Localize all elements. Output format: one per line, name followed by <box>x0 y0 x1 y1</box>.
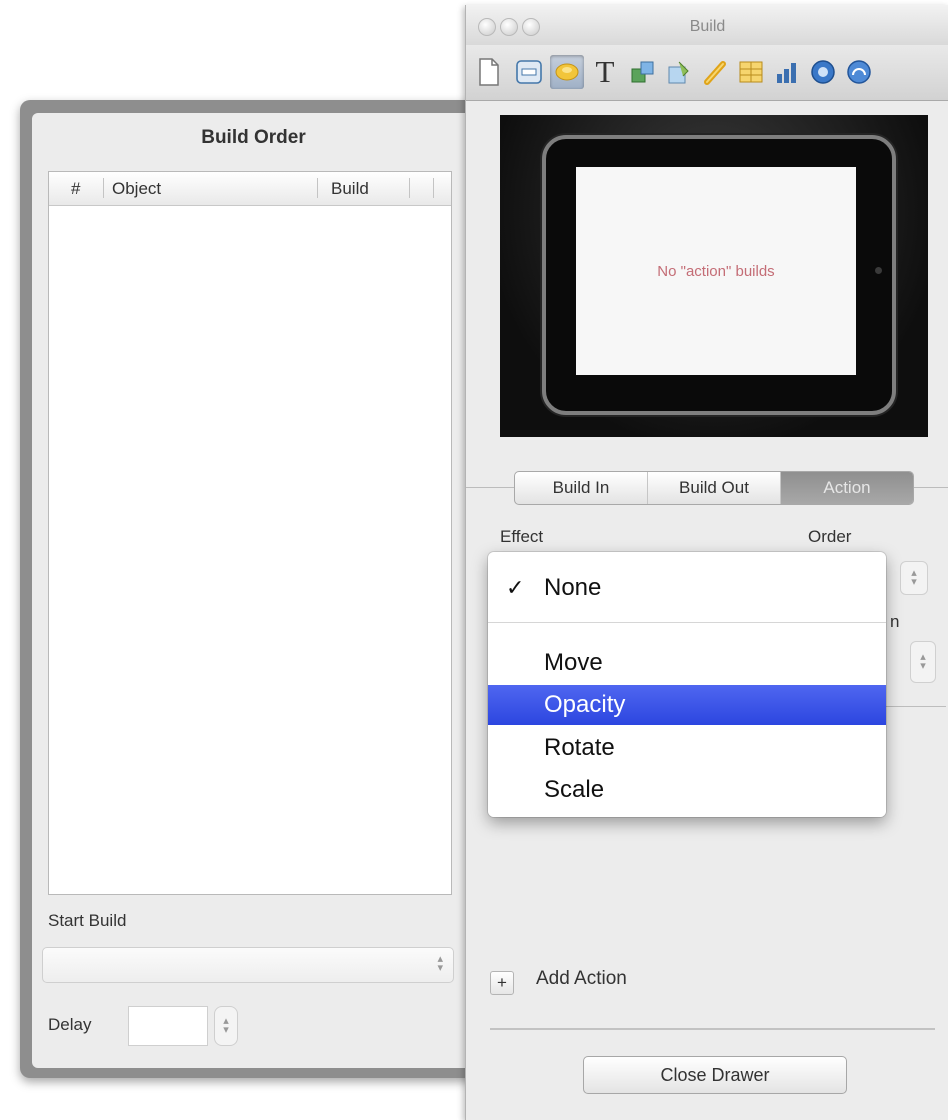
inspector-toolbar: T <box>466 45 948 101</box>
build-mode-tabs: Build In Build Out Action <box>514 471 914 505</box>
chart-icon[interactable] <box>770 55 804 89</box>
quicktime-icon[interactable] <box>806 55 840 89</box>
home-button-icon <box>875 267 882 274</box>
document-icon[interactable] <box>472 55 506 89</box>
select-arrows-icon: ▴ ▾ <box>437 953 443 974</box>
stepper-arrows-icon: ▴ ▾ <box>911 567 917 588</box>
build-order-table[interactable]: # Object Build <box>48 171 452 895</box>
column-header-number[interactable]: # <box>71 179 80 199</box>
menu-item-rotate[interactable]: Rotate <box>488 728 886 768</box>
slide-icon[interactable] <box>512 55 546 89</box>
table-icon[interactable] <box>734 55 768 89</box>
column-divider <box>409 178 410 198</box>
menu-separator <box>488 622 886 623</box>
delay-stepper[interactable]: ▴ ▾ <box>214 1006 238 1046</box>
hyperlink-icon[interactable] <box>698 55 732 89</box>
table-header: # Object Build <box>49 172 451 206</box>
menu-item-label: Rotate <box>544 734 615 761</box>
delay-input[interactable] <box>128 1006 208 1046</box>
column-divider <box>433 178 434 198</box>
menu-item-opacity[interactable]: Opacity <box>488 685 886 725</box>
close-drawer-button[interactable]: Close Drawer <box>583 1056 847 1094</box>
add-action-label[interactable]: Add Action <box>536 968 627 990</box>
column-divider <box>317 178 318 198</box>
ipad-frame: No "action" builds <box>542 135 896 415</box>
menu-item-scale[interactable]: Scale <box>488 770 886 810</box>
effect-label: Effect <box>500 527 544 546</box>
menu-item-label: None <box>544 574 602 601</box>
delay-label: Delay <box>48 1015 92 1034</box>
graphic-icon[interactable] <box>626 55 660 89</box>
order-stepper[interactable]: ▴ ▾ <box>900 561 928 595</box>
stepper-arrows-icon: ▴ ▾ <box>223 1015 229 1036</box>
build-order-title: Build Order <box>201 127 306 148</box>
menu-item-none[interactable]: ✓ None <box>488 568 886 608</box>
duration-stepper[interactable]: ▴ ▾ <box>910 641 936 683</box>
build-icon[interactable] <box>550 55 584 89</box>
audio-icon[interactable] <box>842 55 876 89</box>
divider <box>490 1028 935 1030</box>
tab-build-in[interactable]: Build In <box>515 472 648 504</box>
window-title: Build <box>689 18 726 35</box>
menu-item-move[interactable]: Move <box>488 643 886 683</box>
divider <box>886 706 946 707</box>
text-icon[interactable]: T <box>588 54 622 89</box>
column-divider <box>103 178 104 198</box>
column-header-object[interactable]: Object <box>112 179 161 199</box>
build-preview: No "action" builds <box>500 115 928 437</box>
effect-dropdown-menu: ✓ None Move Opacity Rotate Scale <box>488 552 886 817</box>
duration-label: n <box>890 612 900 631</box>
build-order-panel: Build Order # Object Build Start Build ▴… <box>32 113 475 1068</box>
preview-screen: No "action" builds <box>576 167 856 375</box>
order-label: Order <box>808 527 852 546</box>
menu-item-label: Scale <box>544 776 605 803</box>
tab-build-out[interactable]: Build Out <box>648 472 781 504</box>
title-bar[interactable]: Build <box>466 5 948 45</box>
preview-message: No "action" builds <box>657 262 775 280</box>
start-build-label: Start Build <box>48 911 127 930</box>
metrics-icon[interactable] <box>662 55 696 89</box>
menu-item-label: Opacity <box>544 691 626 718</box>
build-inspector-window: Build T No "action" builds Build In Buil… <box>465 5 948 1120</box>
checkmark-icon: ✓ <box>506 575 525 600</box>
menu-item-label: Move <box>544 649 603 676</box>
build-order-drawer: Build Order # Object Build Start Build ▴… <box>20 100 475 1078</box>
tab-action[interactable]: Action <box>781 472 913 504</box>
add-action-button[interactable]: + <box>490 971 514 995</box>
start-build-select[interactable]: ▴ ▾ <box>42 947 454 983</box>
column-header-build[interactable]: Build <box>331 179 369 199</box>
stepper-arrows-icon: ▴ ▾ <box>920 651 926 672</box>
